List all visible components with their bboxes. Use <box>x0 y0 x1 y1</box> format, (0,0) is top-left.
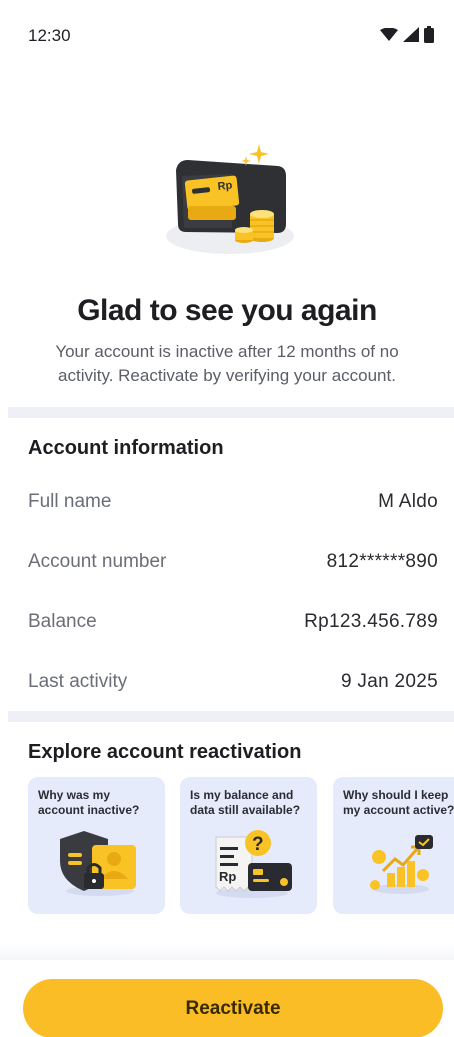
info-label: Balance <box>28 611 97 632</box>
info-value: 9 Jan 2025 <box>340 671 438 692</box>
info-value: 812******890 <box>326 551 438 572</box>
illustration-rp-text: Rp <box>217 179 233 192</box>
explore-card-keep-active[interactable]: Why should I keep my account active? <box>333 777 454 914</box>
explore-card-why-inactive[interactable]: Why was my account inactive? <box>28 777 165 914</box>
status-time: 12:30 <box>28 26 71 45</box>
svg-text:?: ? <box>252 834 264 855</box>
signal-icon <box>403 27 419 42</box>
wallet-coins-illustration: Rp <box>166 144 294 254</box>
shield-lock-icon <box>60 831 136 896</box>
card-title: Why should I keep my account active? <box>343 788 454 817</box>
growth-chart-coins-icon <box>370 835 433 894</box>
page-subtitle: Your account is inactive after 12 months… <box>55 342 399 385</box>
receipt-rp-text: Rp <box>219 869 236 884</box>
page-title: Glad to see you again <box>77 294 377 327</box>
card-title: Why was my account inactive? <box>38 788 140 817</box>
explore-card-balance-data[interactable]: Is my balance and data still available? … <box>180 777 317 914</box>
receipt-card-question-icon: Rp ? <box>215 830 292 898</box>
info-row-balance: Balance Rp123.456.789 <box>28 609 438 635</box>
hero-illustration: Rp <box>0 140 454 270</box>
info-row-account-number: Account number 812******890 <box>28 549 438 575</box>
info-label: Full name <box>28 491 112 512</box>
section-divider <box>8 407 454 418</box>
wifi-icon <box>380 27 398 41</box>
info-value: M Aldo <box>378 491 438 512</box>
info-row-last-activity: Last activity 9 Jan 2025 <box>28 669 438 695</box>
reactivate-button[interactable]: Reactivate <box>23 979 443 1037</box>
status-bar: 12:30 <box>0 0 454 72</box>
explore-carousel[interactable]: Why was my account inactive? Is my balan… <box>28 777 454 915</box>
info-label: Last activity <box>28 671 128 692</box>
info-label: Account number <box>28 551 167 572</box>
status-icons <box>380 26 434 43</box>
info-row-full-name: Full name M Aldo <box>28 489 438 515</box>
battery-icon <box>424 26 434 43</box>
explore-title: Explore account reactivation <box>28 741 302 763</box>
account-info-title: Account information <box>28 437 224 459</box>
card-title: Is my balance and data still available? <box>190 788 301 817</box>
info-value: Rp123.456.789 <box>304 611 438 632</box>
bottom-shadow <box>0 942 454 962</box>
section-divider <box>8 711 454 722</box>
